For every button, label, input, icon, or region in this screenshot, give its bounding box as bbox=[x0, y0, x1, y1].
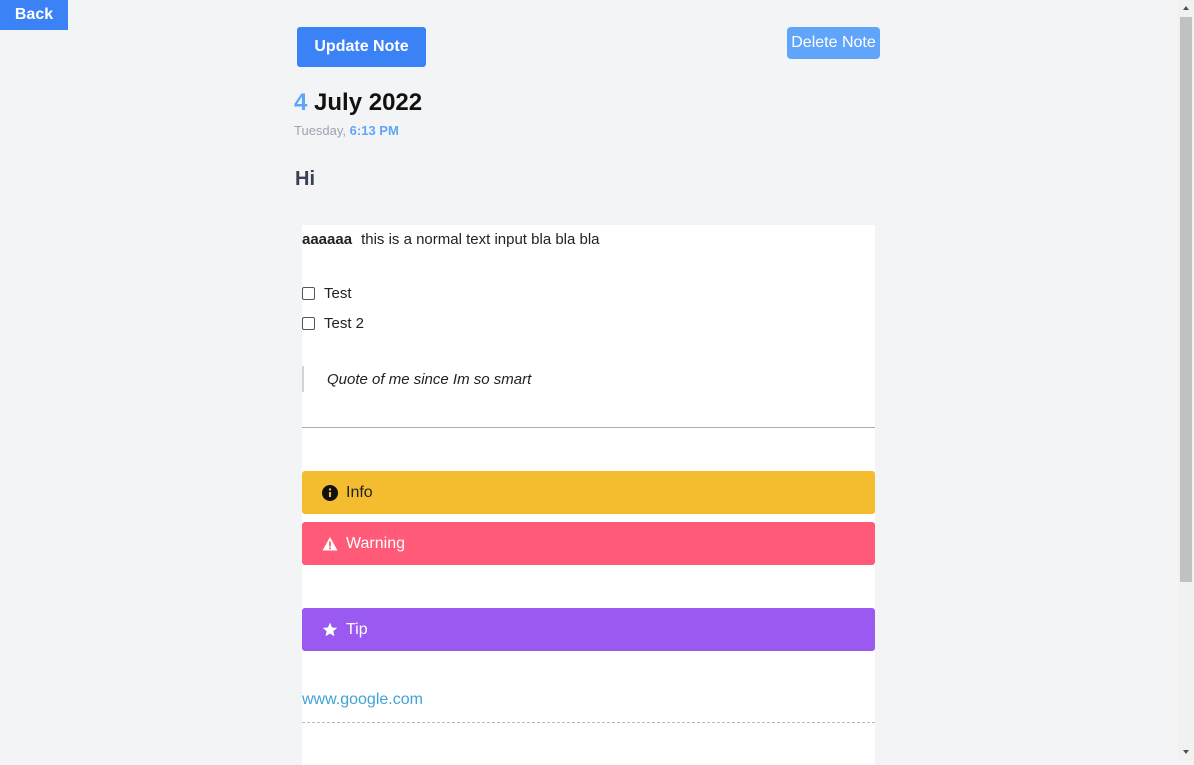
note-date: 4 July 2022 bbox=[294, 89, 422, 117]
bold-text: aaaaaa bbox=[302, 231, 353, 248]
blockquote: Quote of me since Im so smart bbox=[302, 366, 531, 392]
callout-warning: Warning bbox=[302, 522, 875, 565]
text-paragraph[interactable]: aaaaaa this is a normal text input bla bl… bbox=[302, 231, 600, 248]
callout-label: Info bbox=[346, 483, 373, 501]
note-weekday-time: Tuesday, 6:13 PM bbox=[294, 123, 399, 138]
checkbox[interactable] bbox=[302, 317, 315, 330]
delete-note-button[interactable]: Delete Note bbox=[787, 27, 880, 59]
note-title[interactable]: Hi bbox=[295, 168, 315, 191]
checklist-item: Test 2 bbox=[302, 315, 364, 332]
horizontal-divider bbox=[302, 427, 875, 428]
star-icon bbox=[322, 622, 338, 638]
callout-info: Info bbox=[302, 471, 875, 514]
date-weekday: Tuesday, bbox=[294, 123, 347, 138]
checklist-item-label: Test bbox=[324, 285, 352, 302]
checkbox[interactable] bbox=[302, 287, 315, 300]
callout-label: Tip bbox=[346, 620, 368, 638]
normal-text: this is a normal text input bla bla bla bbox=[361, 231, 600, 248]
dashed-divider bbox=[302, 722, 875, 723]
date-month-year: July 2022 bbox=[314, 89, 423, 116]
callout-label: Warning bbox=[346, 534, 405, 552]
back-button[interactable]: Back bbox=[0, 0, 68, 30]
warning-triangle-icon bbox=[322, 536, 338, 552]
scrollbar-thumb[interactable] bbox=[1180, 17, 1192, 582]
note-link[interactable]: www.google.com bbox=[302, 691, 423, 709]
scroll-up-arrow-icon[interactable] bbox=[1178, 0, 1194, 16]
checklist-item-label: Test 2 bbox=[324, 315, 365, 332]
checklist-item: Test bbox=[302, 285, 352, 302]
callout-tip: Tip bbox=[302, 608, 875, 651]
note-editor[interactable]: aaaaaa this is a normal text input bla bl… bbox=[302, 225, 875, 765]
date-time: 6:13 PM bbox=[349, 123, 399, 138]
page-scrollbar[interactable] bbox=[1178, 0, 1194, 760]
update-note-button[interactable]: Update Note bbox=[297, 27, 426, 67]
scroll-down-arrow-icon[interactable] bbox=[1178, 744, 1194, 760]
info-circle-icon bbox=[322, 484, 338, 501]
date-day: 4 bbox=[294, 89, 308, 116]
